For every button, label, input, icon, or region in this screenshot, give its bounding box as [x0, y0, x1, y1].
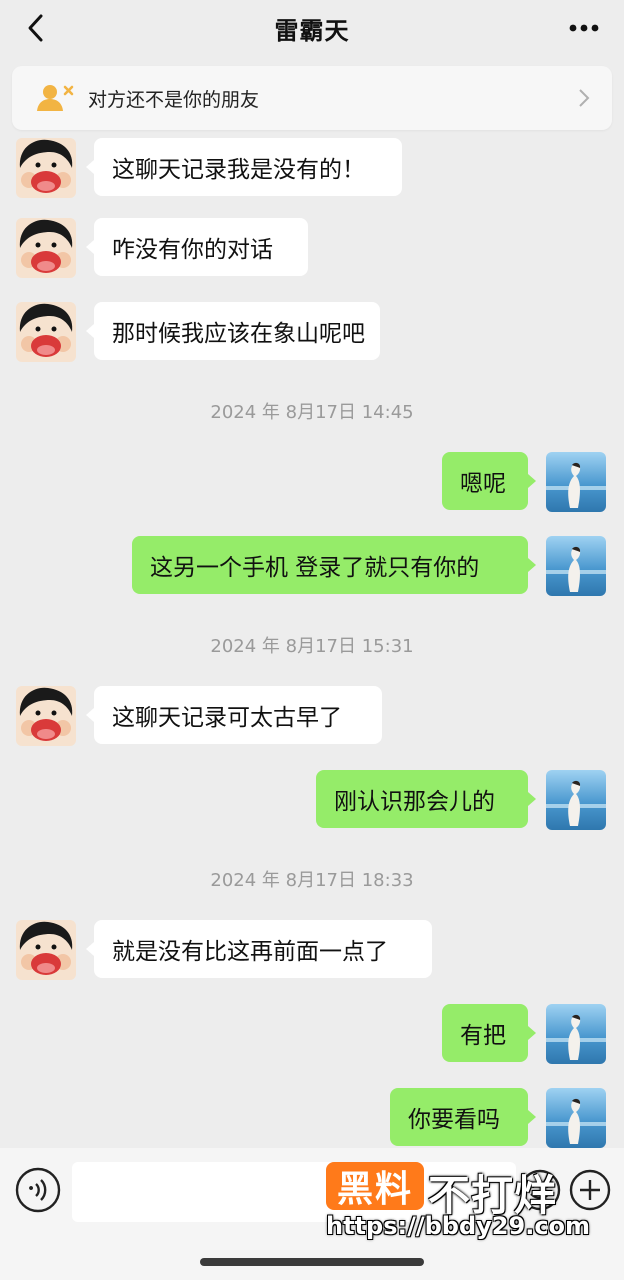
outgoing-message: 刚认识那会儿的 [0, 770, 624, 832]
message-bubble[interactable]: 这聊天记录可太古早了 [86, 686, 382, 744]
incoming-message: 这聊天记录可太古早了 [0, 686, 624, 748]
back-button[interactable] [18, 10, 54, 46]
message-bubble[interactable]: 咋没有你的对话 [86, 218, 308, 276]
not-friend-notice[interactable]: 对方还不是你的朋友 [12, 66, 612, 130]
incoming-message: 就是没有比这再前面一点了 [0, 920, 624, 982]
chat-header: 雷霸天 [0, 0, 624, 56]
contact-avatar[interactable] [16, 686, 76, 746]
watermark-badge: 黑料 [326, 1162, 424, 1210]
my-avatar[interactable] [546, 1004, 606, 1064]
contact-avatar[interactable] [16, 138, 76, 198]
message-bubble[interactable]: 你要看吗 [390, 1088, 536, 1146]
outgoing-message: 这另一个手机 登录了就只有你的 [0, 536, 624, 598]
message-bubble[interactable]: 有把 [442, 1004, 536, 1062]
message-bubble[interactable]: 嗯呢 [442, 452, 536, 510]
outgoing-message: 你要看吗 [0, 1088, 624, 1150]
voice-icon[interactable] [14, 1166, 62, 1214]
incoming-message: 咋没有你的对话 [0, 218, 624, 280]
message-bubble[interactable]: 就是没有比这再前面一点了 [86, 920, 432, 978]
timestamp: 2024 年 8月17日 18:33 [210, 870, 414, 891]
message-bubble[interactable]: 这聊天记录我是没有的！ [86, 138, 402, 196]
message-bubble[interactable]: 这另一个手机 登录了就只有你的 [132, 536, 536, 594]
incoming-message: 这聊天记录我是没有的！ [0, 138, 624, 200]
message-bubble[interactable]: 那时候我应该在象山呢吧 [86, 302, 380, 360]
my-avatar[interactable] [546, 770, 606, 830]
contact-avatar[interactable] [16, 302, 76, 362]
more-button[interactable] [566, 12, 602, 44]
chat-title: 雷霸天 [274, 16, 350, 45]
home-indicator [200, 1258, 424, 1266]
incoming-message: 那时候我应该在象山呢吧 [0, 302, 624, 364]
chevron-left-icon [28, 14, 43, 42]
watermark-url: https://bbdy29.com [326, 1212, 591, 1240]
outgoing-message: 有把 [0, 1004, 624, 1066]
timestamp: 2024 年 8月17日 15:31 [210, 636, 414, 657]
contact-avatar[interactable] [16, 218, 76, 278]
message-bubble[interactable]: 刚认识那会儿的 [316, 770, 536, 828]
timestamp: 2024 年 8月17日 14:45 [210, 402, 414, 423]
notice-text: 对方还不是你的朋友 [88, 88, 260, 111]
outgoing-message: 嗯呢 [0, 452, 624, 514]
user-unfriended-icon [37, 85, 74, 111]
chevron-right-icon [579, 89, 590, 107]
more-dots-icon [569, 24, 599, 32]
site-watermark: 黑料 不打烊 https://bbdy29.com [324, 1160, 614, 1252]
my-avatar[interactable] [546, 536, 606, 596]
my-avatar[interactable] [546, 452, 606, 512]
contact-avatar[interactable] [16, 920, 76, 980]
my-avatar[interactable] [546, 1088, 606, 1148]
